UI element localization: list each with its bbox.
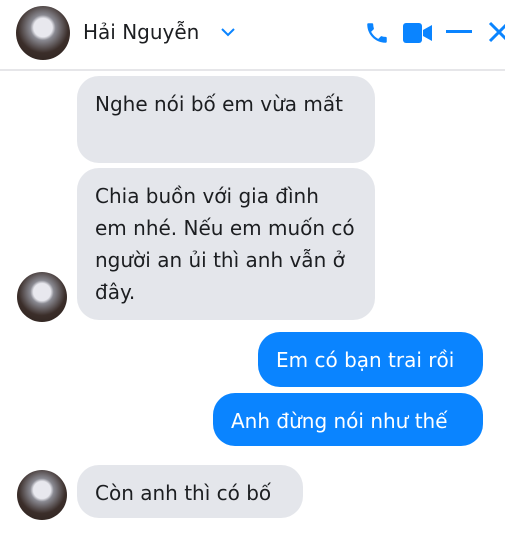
- contact-avatar[interactable]: [16, 6, 70, 60]
- minimize-icon[interactable]: [446, 30, 472, 36]
- header-divider: [0, 69, 505, 71]
- sender-avatar: [17, 272, 67, 322]
- sender-avatar: [17, 470, 67, 520]
- contact-name[interactable]: Hải Nguyễn: [83, 20, 199, 44]
- phone-icon[interactable]: [364, 20, 390, 46]
- message-received: Còn anh thì có bố: [77, 465, 303, 518]
- message-sent: Anh đừng nói như thế: [213, 393, 483, 446]
- video-icon[interactable]: [403, 22, 433, 44]
- close-icon[interactable]: [488, 21, 505, 43]
- message-received: Nghe nói bố em vừa mất: [77, 76, 375, 163]
- message-sent: Em có bạn trai rồi: [258, 332, 483, 387]
- chevron-down-icon[interactable]: [220, 27, 236, 37]
- message-received: Chia buồn với gia đình em nhé. Nếu em mu…: [77, 168, 375, 320]
